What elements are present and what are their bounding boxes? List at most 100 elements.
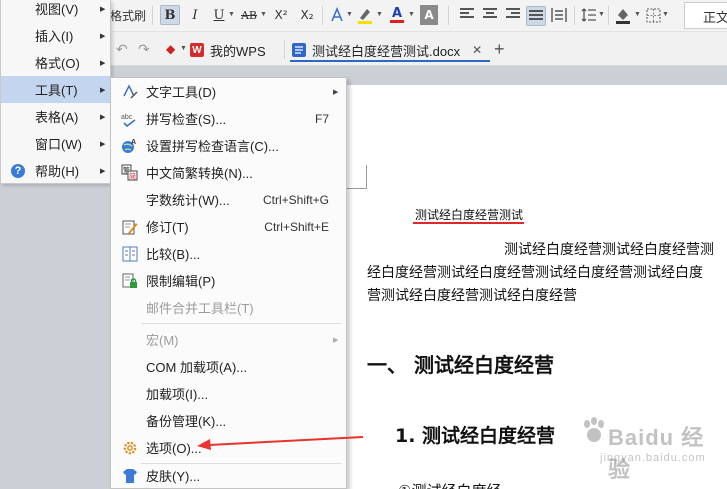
chevron-down-icon[interactable]: ▼ [598,11,605,18]
text-effect-icon[interactable] [328,5,346,25]
border-icon[interactable] [644,5,662,25]
strikethrough-button[interactable]: AB [240,5,258,25]
close-icon[interactable]: ✕ [472,43,482,57]
help-icon: ? [11,163,25,178]
distributed-align-icon[interactable] [550,5,568,25]
font-color-letter: A [391,5,403,21]
tab-document[interactable]: 测试经白度经营测试.docx ✕ [292,38,482,62]
menu-item-view[interactable]: 视图(V) ▶ [1,0,111,22]
underline-button[interactable]: U [210,5,228,25]
superscript-button[interactable]: X² [272,5,290,25]
menu-item-restrict-editing[interactable]: 限制编辑(P) [111,267,346,294]
menu-item-compare[interactable]: 比较(B)... [111,240,346,267]
spelling-underline [413,222,524,224]
menu-item-text-tools[interactable]: 文字工具(D) ▶ [111,78,346,105]
menu-item-spell-language[interactable]: A 设置拼写检查语言(C)... [111,132,346,159]
toolbar-divider [574,6,575,25]
menu-item-chinese-convert[interactable]: 繁简 中文简繁转换(N)... [111,159,346,186]
redo-icon[interactable]: ↷ [138,41,150,58]
menu-item-format[interactable]: 格式(O) ▶ [1,49,111,76]
align-right-icon[interactable] [506,8,520,20]
justify-button[interactable] [526,6,546,26]
chevron-down-icon[interactable]: ▼ [376,11,383,18]
quick-access-icon[interactable]: ◆ [166,42,175,56]
chevron-right-icon: ▶ [100,167,106,175]
line-spacing-icon[interactable] [580,5,598,25]
menu-item-word-count[interactable]: 字数统计(W)... Ctrl+Shift+G [111,186,346,213]
toolbar-divider [152,6,153,25]
paragraph-line[interactable]: 营测试经白度经营测试经白度经营 [367,285,577,305]
chevron-down-icon[interactable]: ▼ [634,11,641,18]
character-shading-button[interactable]: A [420,5,438,25]
chevron-right-icon: ▶ [100,5,106,13]
chevron-down-icon[interactable]: ▼ [228,11,235,18]
tab-my-wps[interactable]: W 我的WPS [190,38,266,62]
menu-shortcut: Ctrl+Shift+E [264,219,329,234]
align-center-icon[interactable] [483,8,497,20]
italic-button[interactable]: I [186,5,204,25]
menu-item-label: 皮肤(Y)... [146,469,201,484]
chevron-down-icon[interactable]: ▼ [408,11,415,18]
align-left-icon[interactable] [460,8,474,20]
font-color-button[interactable]: A [388,5,406,25]
chevron-down-icon[interactable]: ▼ [260,11,267,18]
menu-item-insert[interactable]: 插入(I) ▶ [1,22,111,49]
menu-item-label: 帮助(H) [35,164,80,179]
menu-item-skin[interactable]: 皮肤(Y)... [111,462,346,489]
toolbar-divider [448,6,449,25]
menu-item-help[interactable]: ? 帮助(H) ▶ [1,157,111,184]
paragraph-line[interactable]: ①测试经白度经 [398,480,501,489]
menu-item-label: 宏(M) [146,333,179,348]
paragraph-line[interactable]: 经白度经营测试经白度经营测试经白度经营测试经白度 [367,262,703,282]
heading-level-1[interactable]: 一、 测试经白度经营 [367,349,554,378]
menu-shortcut: F7 [314,111,329,126]
menu-item-addins[interactable]: 加载项(I)... [111,380,346,407]
menu-item-revision[interactable]: 修订(T) Ctrl+Shift+E [111,213,346,240]
chevron-down-icon[interactable]: ▼ [346,11,353,18]
menu-item-label: 邮件合并工具栏(T) [146,301,254,316]
svg-text:简: 简 [129,172,136,181]
svg-text:abc: abc [121,114,133,121]
baidu-jingyan-watermark: Baidu 经验 jingyan.baidu.com [580,410,720,482]
menu-item-tools[interactable]: 工具(T) ▶ [1,76,111,103]
font-color-swatch [390,19,404,23]
menu-item-label: 中文简繁转换(N)... [146,166,253,181]
format-painter-button[interactable]: 格式刷 [110,7,146,24]
chevron-down-icon[interactable]: ▼ [180,45,187,52]
tab-label: 我的WPS [210,43,266,59]
spell-language-icon: A [121,137,138,154]
menu-item-label: COM 加载项(A)... [146,360,248,375]
chevron-right-icon: ▶ [333,336,339,344]
menu-item-com-addins[interactable]: COM 加载项(A)... [111,353,346,380]
chevron-right-icon: ▶ [100,86,106,94]
menu-item-mail-merge-toolbar[interactable]: 邮件合并工具栏(T) [111,294,346,321]
tab-divider [284,40,285,59]
watermark-url: jingyan.baidu.com [600,452,706,464]
new-tab-icon[interactable]: + [494,39,505,60]
menu-item-label: 比较(B)... [146,247,201,262]
tab-label: 测试经白度经营测试.docx [312,43,461,59]
svg-text:A: A [131,139,136,146]
undo-icon[interactable]: ↶ [116,41,128,58]
menu-item-label: 加载项(I)... [146,387,209,402]
paragraph-shading-icon[interactable] [614,5,632,25]
spell-check-icon: abc [121,110,138,127]
chevron-right-icon: ▶ [100,140,106,148]
menu-item-table[interactable]: 表格(A) ▶ [1,103,111,130]
highlight-pen-icon[interactable] [356,5,374,25]
subscript-button[interactable]: X₂ [298,5,316,25]
heading-level-2[interactable]: 1. 测试经白度经营 [395,421,555,448]
menu-item-backup-management[interactable]: 备份管理(K)... [111,407,346,434]
chevron-down-icon[interactable]: ▼ [662,11,669,18]
menu-item-macro[interactable]: 宏(M) ▶ [111,326,346,353]
menu-separator [141,323,341,324]
menu-item-label: 备份管理(K)... [146,414,227,429]
menu-item-spell-check[interactable]: abc 拼写检查(S)... F7 [111,105,346,132]
style-selector[interactable]: 正文 [684,2,727,29]
document-title[interactable]: 测试经白度经营测试 [415,206,523,223]
menu-item-label: 拼写检查(S)... [146,112,227,127]
bold-button[interactable]: B [160,5,180,25]
menu-item-label: 限制编辑(P) [146,274,216,289]
menu-item-window[interactable]: 窗口(W) ▶ [1,130,111,157]
paragraph-line[interactable]: 测试经白度经营测试经白度经营测 [504,239,714,259]
